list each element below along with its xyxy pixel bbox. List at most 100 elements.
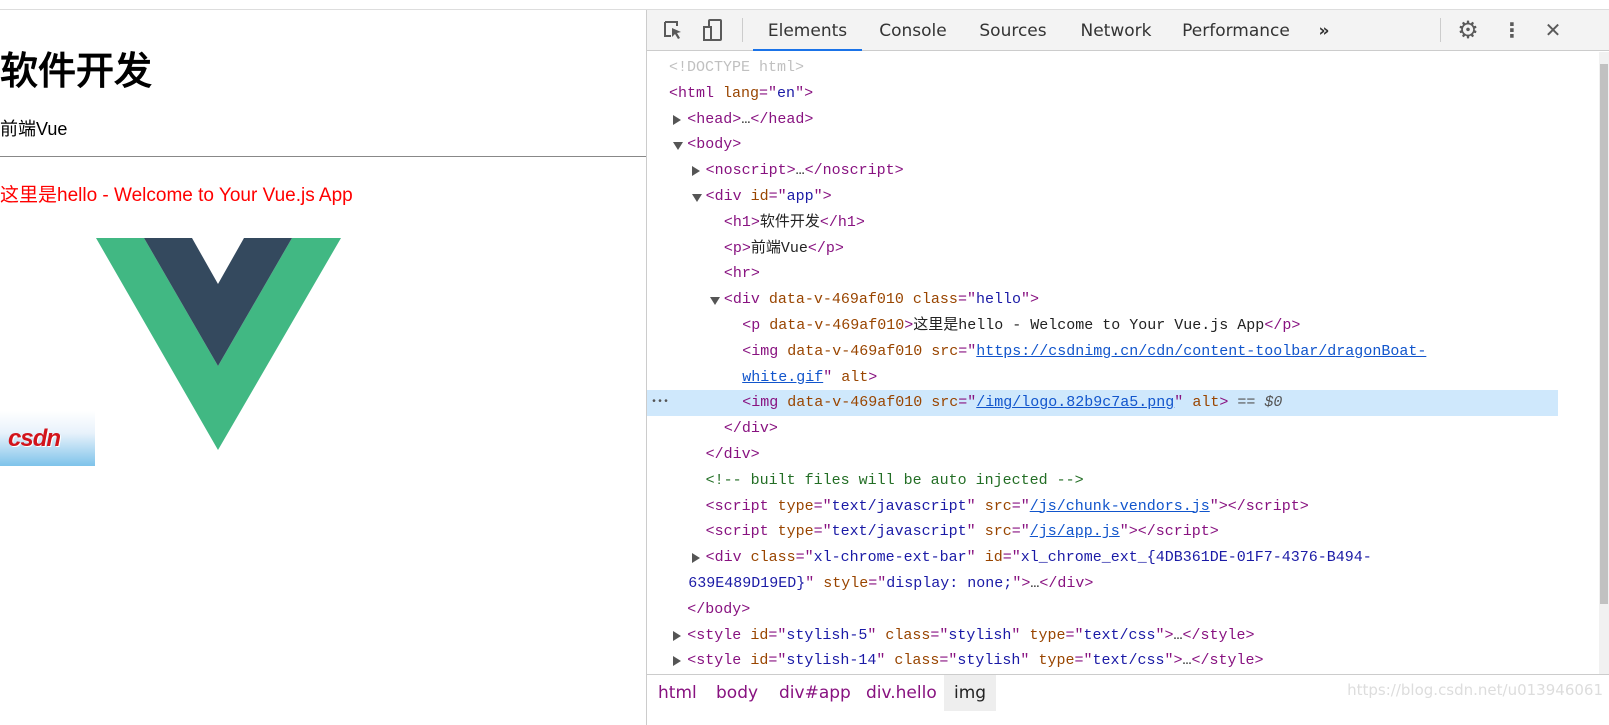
dom-node-line[interactable]: <h1>软件开发</h1> [647,210,1558,236]
dom-node-line[interactable]: </div> [647,442,1558,468]
dom-node-line[interactable]: <div id="app"> [647,184,1558,210]
dom-node-line[interactable]: <head>…</head> [647,107,1558,133]
dom-node-line[interactable]: <body> [647,132,1558,158]
breadcrumb-html[interactable]: html [648,675,707,711]
attribute-value: en [777,84,796,102]
expanded-triangle-icon[interactable] [709,297,720,306]
dom-node-line[interactable]: <img data-v-469af010 src="https://csdnim… [647,339,1558,365]
tag-token: =" [795,549,814,567]
dom-node-line[interactable]: white.gif" alt> [647,365,1558,391]
attribute-value: text/css [1092,652,1165,670]
device-toolbar-icon[interactable] [701,18,725,42]
close-icon[interactable]: ✕ [1541,18,1565,42]
resource-link[interactable]: white.gif [742,369,823,386]
browser-top-edge [0,0,1609,10]
tag-token: =" [958,342,977,360]
text-node: … [1182,652,1192,670]
inspect-element-icon[interactable] [661,18,685,42]
tag-token: " [867,626,886,644]
node-markup: <img data-v-469af010 src="https://csdnim… [742,339,1426,365]
collapsed-triangle-icon[interactable] [691,553,700,564]
tab-performance[interactable]: Performance [1177,10,1295,51]
attribute-name: alt [1192,394,1220,412]
text-node: … [795,162,805,180]
dom-node-line[interactable]: <style id="stylish-5" class="stylish" ty… [647,623,1558,649]
dom-node-line[interactable]: <!DOCTYPE html> [647,55,1558,81]
attribute-value: stylish [957,652,1021,670]
breadcrumb-img[interactable]: img [944,675,997,711]
tag-token: " [966,549,985,567]
tag-token: "> [813,188,832,205]
node-markup: <body> [687,132,741,158]
expanded-triangle-icon[interactable] [673,142,684,151]
tag-token: </div> [705,446,760,463]
resource-link[interactable]: /js/chunk-vendors.js [1030,498,1210,515]
attribute-value: stylish-14 [786,652,877,670]
attribute-value: text/javascript [831,523,967,541]
tab-network[interactable]: Network [1072,10,1160,51]
tag-token: =" [1074,652,1093,670]
dom-node-line[interactable]: <noscript>…</noscript> [647,158,1558,184]
tag-token: <noscript> [705,162,796,180]
dom-node-line[interactable]: <!-- built files will be auto injected -… [647,468,1558,494]
attribute-name: type [777,523,814,541]
dom-node-line[interactable]: </div> [647,416,1558,442]
horizontal-rule [0,156,646,157]
attribute-name: id [750,652,769,670]
tag-token: <html [669,84,724,102]
breadcrumb-body[interactable]: body [706,675,768,711]
attribute-name: src [984,523,1012,541]
dom-tree-scrollbar[interactable] [1599,52,1609,674]
attribute-name: type [777,497,814,515]
breadcrumb-div-hello[interactable]: div.hello [856,675,947,711]
resource-link[interactable]: https://csdnimg.cn/cdn/content-toolbar/d… [976,343,1426,360]
tag-token: =" [1011,497,1030,515]
breadcrumb-div-app[interactable]: div#app [769,675,861,711]
dom-node-line[interactable]: <style id="stylish-14" class="stylish" t… [647,648,1558,674]
tag-token: <script [705,523,778,541]
tag-token: =" [1002,549,1021,567]
tag-token: " [966,523,985,541]
node-markup: </body> [687,597,750,623]
tag-token: "> [1164,652,1183,670]
tag-token: =" [1011,523,1030,541]
collapsed-triangle-icon[interactable] [691,166,700,177]
gear-icon[interactable]: ⚙ [1456,18,1480,42]
node-markup: 639E489D19ED}" style="display: none;">…<… [688,571,1093,597]
attribute-value: xl-chrome-ext-bar [813,549,967,567]
tag-token: </body> [687,600,751,618]
dom-node-line[interactable]: <div class="xl-chrome-ext-bar" id="xl_ch… [647,545,1558,571]
resource-link[interactable]: /img/logo.82b9c7a5.png [976,394,1174,411]
more-tabs-button[interactable]: » [1311,10,1337,51]
dom-node-selected[interactable]: ••• <img data-v-469af010 src="/img/logo.8… [647,390,1558,417]
dom-node-line[interactable]: <html lang="en"> [647,81,1558,107]
dom-node-line[interactable]: </body> [647,597,1558,623]
collapsed-triangle-icon[interactable] [673,656,682,667]
dom-node-line[interactable]: <script type="text/javascript" src="/js/… [647,519,1558,545]
attribute-name: type [1038,652,1075,670]
dom-node-line[interactable]: <div data-v-469af010 class="hello"> [647,287,1558,313]
tag-token: > [904,317,914,334]
dom-node-line[interactable]: <hr> [647,261,1558,287]
page-heading: 软件开发 [0,49,153,93]
csdn-dragonboat-image: csdn [0,411,95,466]
tag-token: " [876,652,895,670]
resource-link[interactable]: /js/app.js [1030,523,1120,540]
tag-token: <hr> [723,265,760,283]
dom-node-line[interactable]: <p>前端Vue</p> [647,236,1558,262]
expanded-triangle-icon[interactable] [691,194,702,202]
dom-node-line[interactable]: <script type="text/javascript" src="/js/… [647,494,1558,520]
collapsed-triangle-icon[interactable] [673,630,682,641]
scrollbar-thumb[interactable] [1600,64,1608,604]
tab-elements[interactable]: Elements [753,10,862,51]
node-actions-icon[interactable]: ••• [651,390,669,416]
tag-token: =" [939,652,958,670]
vertical-dots-icon[interactable]: ⋮ [1500,18,1524,42]
dom-node-line[interactable]: <p data-v-469af010>这里是hello - Welcome to… [647,313,1558,339]
tab-console[interactable]: Console [869,10,957,51]
tab-sources[interactable]: Sources [969,10,1057,51]
collapsed-triangle-icon[interactable] [673,114,682,125]
tag-token: </div> [1039,575,1094,592]
node-markup: <style id="stylish-5" class="stylish" ty… [687,623,1254,649]
dom-node-line[interactable]: 639E489D19ED}" style="display: none;">…<… [647,571,1558,597]
